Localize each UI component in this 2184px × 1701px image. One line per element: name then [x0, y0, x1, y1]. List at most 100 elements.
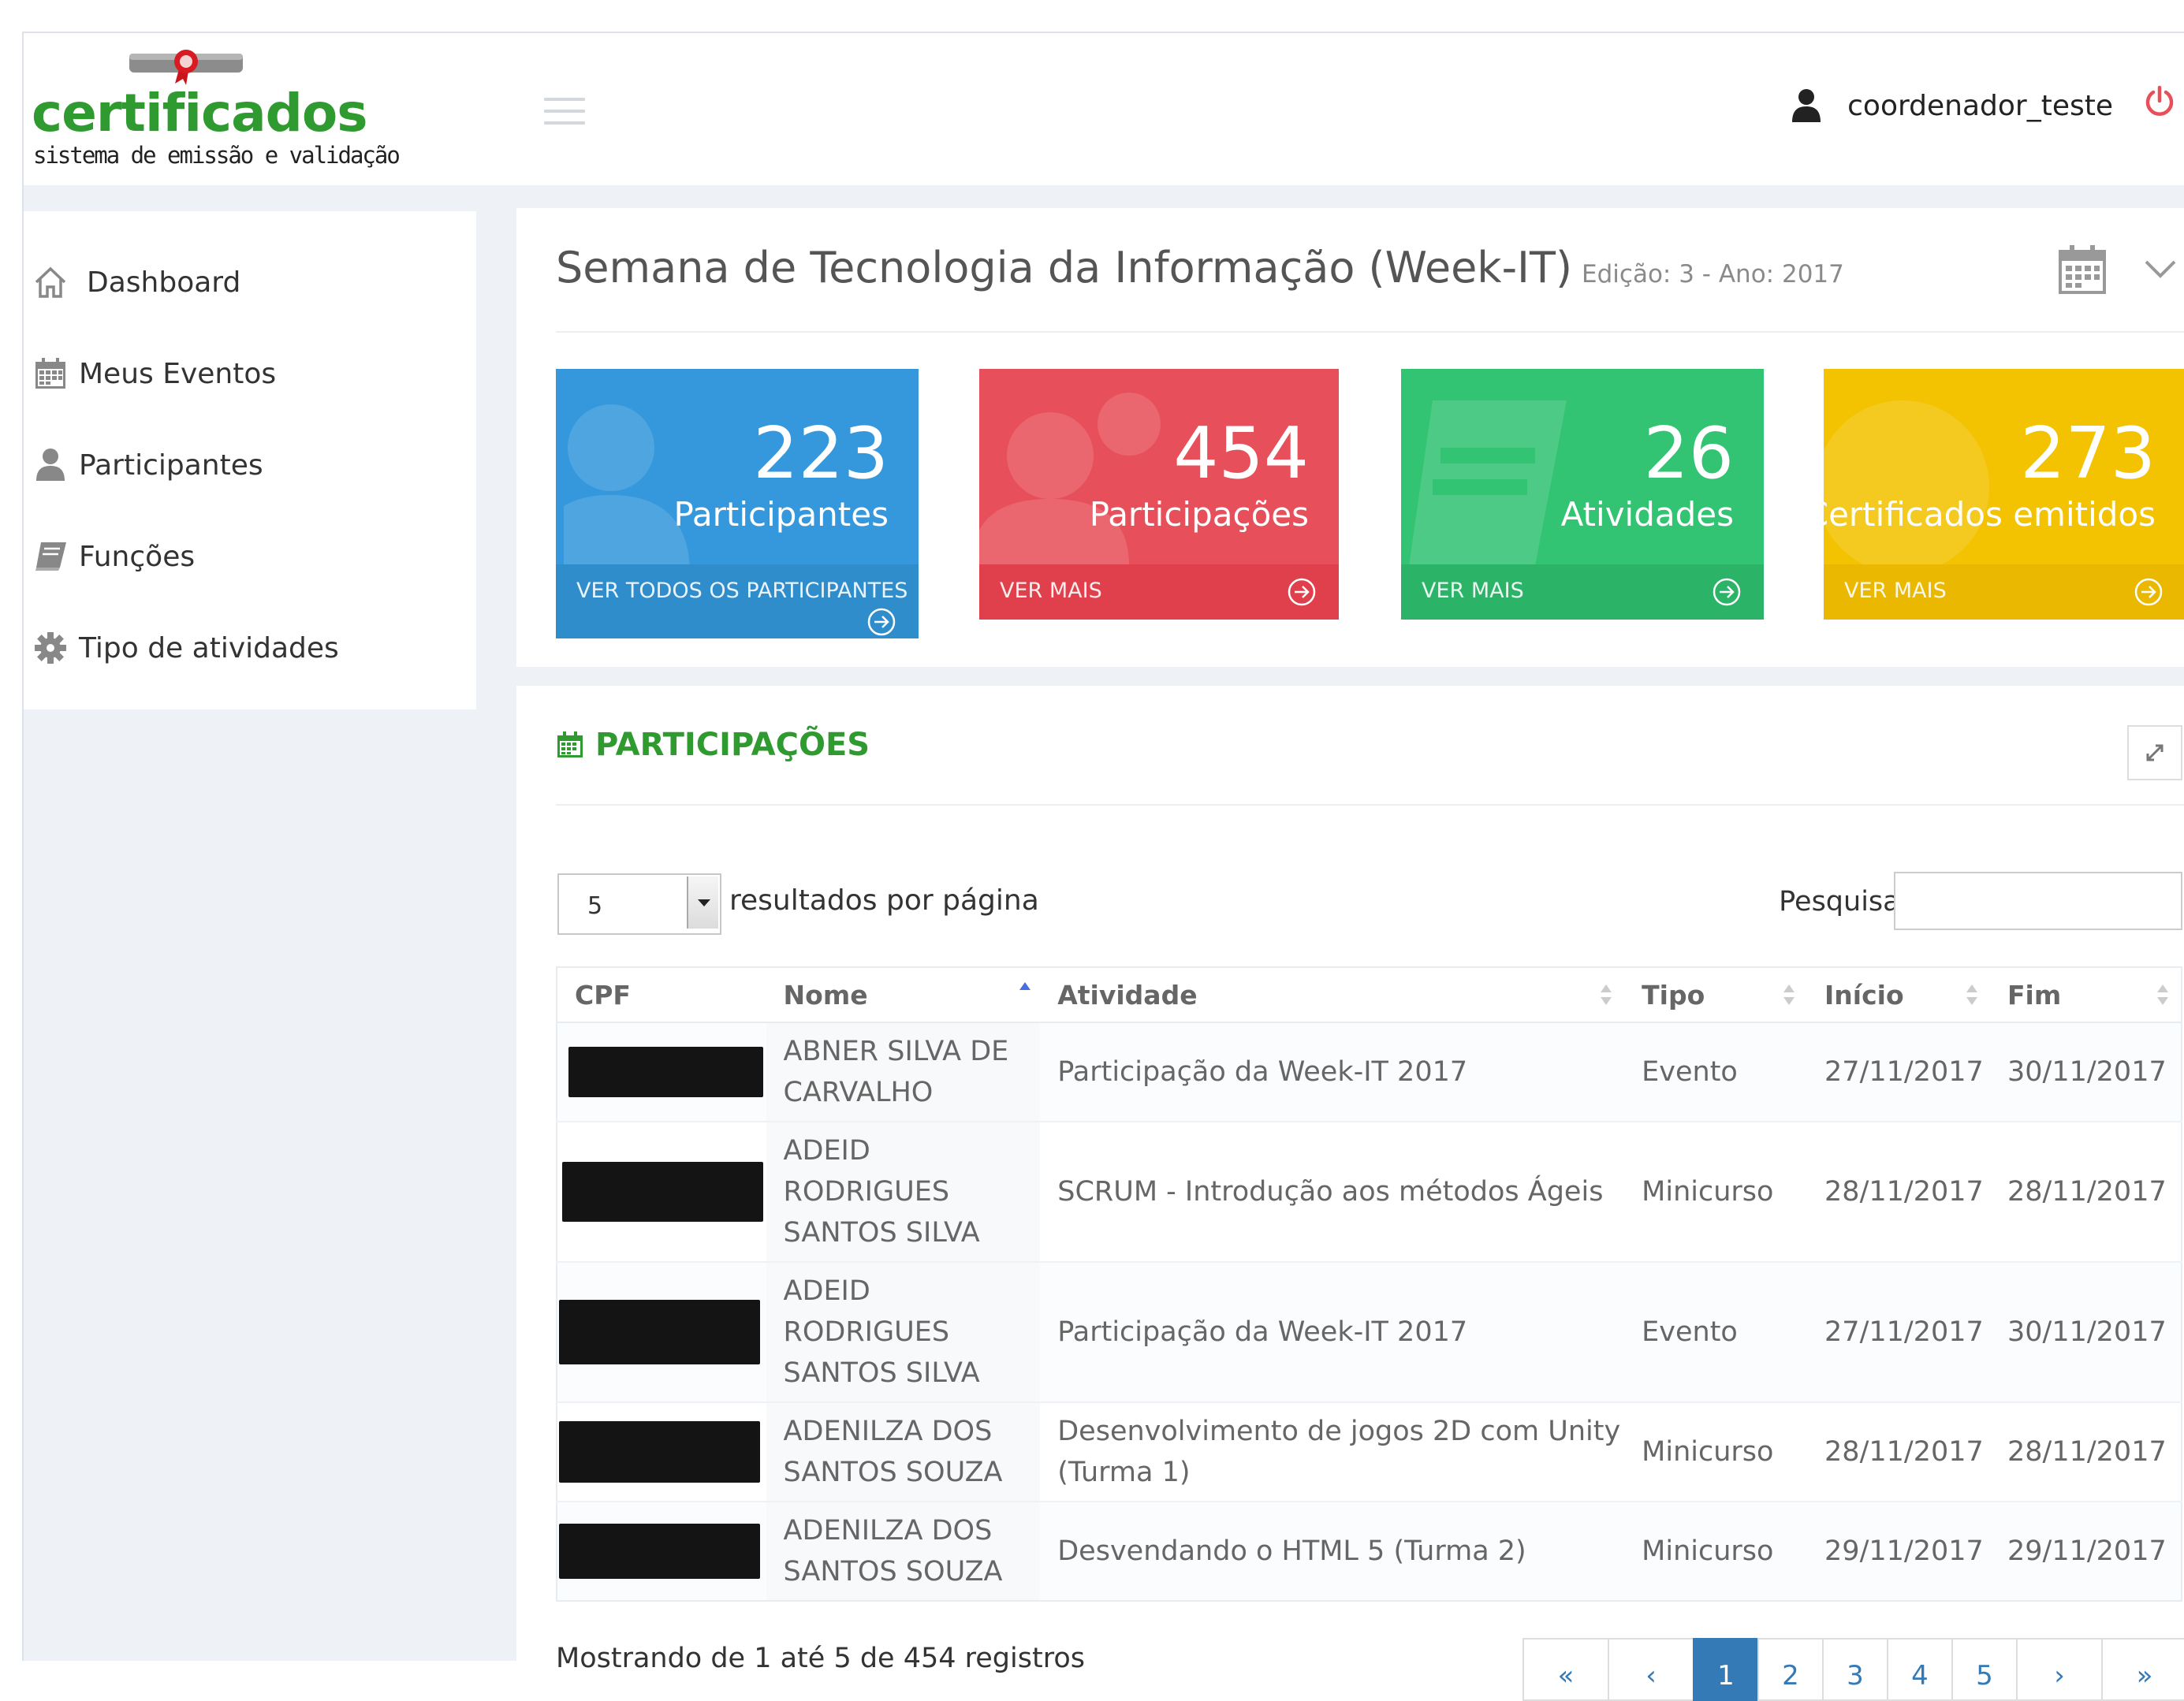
- stat-link[interactable]: VER MAIS: [1000, 579, 1102, 603]
- panel-title-text: PARTICIPAÇÕES: [595, 727, 870, 763]
- cpf-cell-redacted: [557, 1261, 766, 1402]
- table-row[interactable]: ABNER SILVA DE CARVALHO Participação da …: [557, 1022, 2182, 1122]
- arrow-circle-right-icon[interactable]: [2134, 577, 2164, 607]
- sidebar-item-label: Funções: [79, 540, 196, 573]
- sidebar-item-dashboard[interactable]: Dashboard: [32, 259, 240, 306]
- table-row[interactable]: ADENILZA DOS SANTOS SOUZA Desvendando o …: [557, 1501, 2182, 1601]
- redaction-block: [562, 1162, 763, 1222]
- inicio-cell: 28/11/2017: [1807, 1121, 1990, 1262]
- nome-cell: ABNER SILVA DE CARVALHO: [766, 1022, 1041, 1122]
- page-next-button[interactable]: ›: [2016, 1638, 2103, 1701]
- book-icon: [32, 538, 69, 575]
- home-icon: [32, 263, 69, 301]
- arrow-circle-right-icon[interactable]: [867, 607, 896, 637]
- menu-toggle-icon[interactable]: [544, 98, 585, 126]
- page-2-button[interactable]: 2: [1757, 1638, 1824, 1701]
- brand-name: certificados: [32, 83, 367, 143]
- table-info: Mostrando de 1 até 5 de 454 registros: [556, 1643, 1085, 1674]
- logout-power-icon[interactable]: [2143, 85, 2176, 118]
- fim-cell: 29/11/2017: [1990, 1501, 2182, 1601]
- calendar-icon: [32, 355, 69, 393]
- stat-link[interactable]: VER MAIS: [1422, 579, 1524, 603]
- inicio-cell: 27/11/2017: [1807, 1261, 1990, 1402]
- page-length-select[interactable]: 5: [557, 873, 721, 935]
- stat-footer[interactable]: VER MAIS: [979, 564, 1339, 620]
- column-label: Início: [1824, 979, 1904, 1011]
- stat-card-atividades[interactable]: 26 Atividades VER MAIS: [1401, 369, 1764, 620]
- gear-icon: [32, 629, 69, 667]
- expand-icon: [2146, 744, 2164, 761]
- stat-link[interactable]: VER MAIS: [1844, 579, 1947, 603]
- calendar-icon[interactable]: [2058, 244, 2107, 296]
- sidebar-item-label: Tipo de atividades: [79, 631, 339, 664]
- sort-asc-icon: [1019, 982, 1031, 990]
- arrow-circle-right-icon[interactable]: [1287, 577, 1317, 607]
- stat-link[interactable]: VER TODOS OS PARTICIPANTES: [576, 579, 908, 603]
- stat-footer[interactable]: VER MAIS: [1401, 564, 1764, 620]
- participacoes-panel: PARTICIPAÇÕES 5 resultados por página Pe…: [516, 686, 2184, 1701]
- user-icon: [1792, 89, 1821, 122]
- fim-cell: 28/11/2017: [1990, 1401, 2182, 1502]
- inicio-cell: 28/11/2017: [1807, 1401, 1990, 1502]
- column-header-nome[interactable]: Nome: [766, 967, 1041, 1023]
- column-label: Fim: [2007, 979, 2062, 1011]
- sidebar-item-label: Participantes: [79, 449, 263, 482]
- page-length-label: resultados por página: [729, 884, 1039, 917]
- table-row[interactable]: ADENILZA DOS SANTOS SOUZA Desenvolviment…: [557, 1401, 2182, 1502]
- tipo-cell: Evento: [1624, 1022, 1808, 1122]
- column-label: CPF: [575, 979, 631, 1011]
- sidebar-item-label: Dashboard: [87, 266, 241, 299]
- event-panel: Semana de Tecnologia da Informação (Week…: [516, 208, 2184, 667]
- sidebar-item-funcoes[interactable]: Funções: [32, 533, 195, 580]
- arrow-circle-right-icon[interactable]: [1712, 577, 1742, 607]
- page-3-button[interactable]: 3: [1822, 1638, 1888, 1701]
- page-1-button[interactable]: 1: [1693, 1638, 1759, 1701]
- sort-both-icon: [1601, 984, 1612, 1005]
- page-previous-button[interactable]: ‹: [1608, 1638, 1694, 1701]
- column-label: Tipo: [1642, 979, 1705, 1011]
- fim-cell: 30/11/2017: [1990, 1261, 2182, 1402]
- stat-label: Atividades: [1560, 495, 1734, 534]
- nome-cell: ADEID RODRIGUES SANTOS SILVA: [766, 1261, 1041, 1402]
- brand-logo[interactable]: certificados sistema de emissão e valida…: [28, 41, 401, 183]
- fullscreen-button[interactable]: [2127, 725, 2182, 780]
- page-4-button[interactable]: 4: [1887, 1638, 1953, 1701]
- sidebar-item-tipo-atividades[interactable]: Tipo de atividades: [32, 624, 339, 672]
- event-title: Semana de Tecnologia da Informação (Week…: [556, 243, 1844, 292]
- sort-both-icon: [2157, 984, 2168, 1005]
- stat-card-participacoes[interactable]: 454 Participações VER MAIS: [979, 369, 1339, 620]
- page-5-button[interactable]: 5: [1951, 1638, 2018, 1701]
- user-menu[interactable]: coordenador_teste: [1791, 82, 2113, 129]
- redaction-block: [568, 1047, 763, 1097]
- page-last-button[interactable]: »: [2101, 1638, 2184, 1701]
- brand-tagline: sistema de emissão e validação: [33, 142, 401, 169]
- sidebar-item-meus-eventos[interactable]: Meus Eventos: [32, 350, 276, 397]
- top-bar: certificados sistema de emissão e valida…: [24, 33, 2184, 185]
- column-header-atividade[interactable]: Atividade: [1040, 967, 1625, 1023]
- stat-card-participantes[interactable]: 223 Participantes VER TODOS OS PARTICIPA…: [556, 369, 919, 638]
- nome-cell: ADENILZA DOS SANTOS SOUZA: [766, 1401, 1041, 1502]
- stat-footer[interactable]: VER TODOS OS PARTICIPANTES: [556, 564, 919, 638]
- column-header-fim[interactable]: Fim: [1990, 967, 2182, 1023]
- column-header-cpf[interactable]: CPF: [557, 967, 766, 1023]
- stat-label: Participações: [1089, 495, 1309, 534]
- table-row[interactable]: ADEID RODRIGUES SANTOS SILVA SCRUM - Int…: [557, 1121, 2182, 1262]
- table-row[interactable]: ADEID RODRIGUES SANTOS SILVA Participaçã…: [557, 1261, 2182, 1402]
- app-shell: certificados sistema de emissão e valida…: [22, 32, 2184, 1701]
- chevron-down-icon[interactable]: [2143, 257, 2178, 281]
- stat-card-certificados[interactable]: 273 Certificados emitidos VER MAIS: [1824, 369, 2184, 620]
- column-header-tipo[interactable]: Tipo: [1624, 967, 1808, 1023]
- column-label: Nome: [783, 979, 868, 1011]
- stat-label: Participantes: [673, 495, 889, 534]
- page-first-button[interactable]: «: [1522, 1638, 1609, 1701]
- chevron-down-icon[interactable]: [687, 877, 718, 929]
- column-header-inicio[interactable]: Início: [1807, 967, 1990, 1023]
- divider: [556, 804, 2184, 806]
- stat-value: 273: [2020, 412, 2156, 495]
- stat-footer[interactable]: VER MAIS: [1824, 564, 2184, 620]
- redaction-block: [559, 1421, 760, 1483]
- event-title-text: Semana de Tecnologia da Informação (Week…: [556, 243, 1573, 292]
- search-input[interactable]: [1894, 872, 2182, 930]
- sidebar-item-participantes[interactable]: Participantes: [32, 441, 263, 489]
- stat-value: 454: [1173, 412, 1309, 495]
